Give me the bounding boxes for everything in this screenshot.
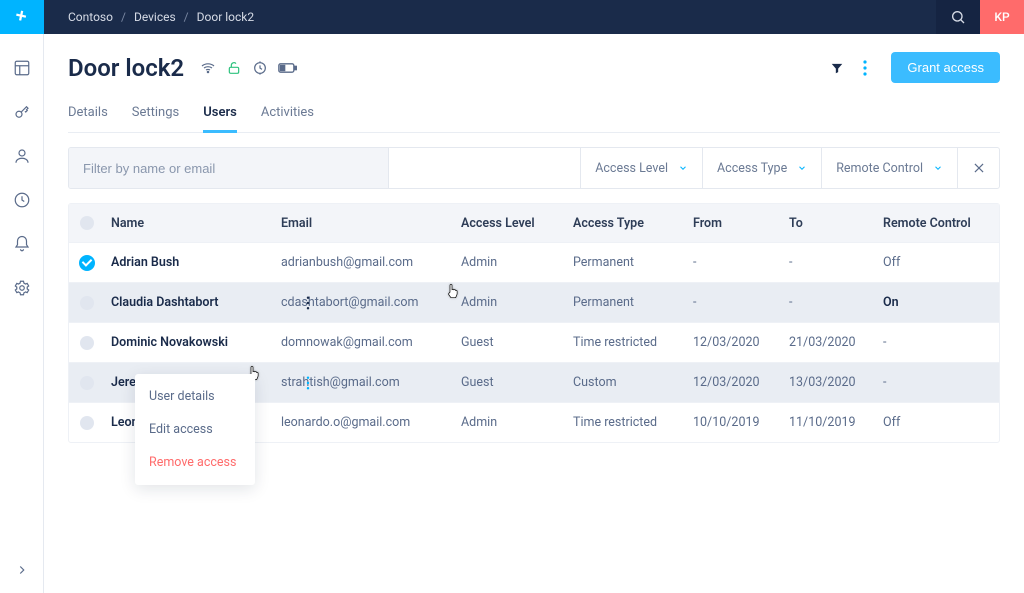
page-title: Door lock2 xyxy=(68,54,184,82)
chevron-down-icon xyxy=(797,163,807,173)
col-type: Access Type xyxy=(567,216,687,231)
row-checkbox[interactable] xyxy=(69,416,105,430)
cell-level: Admin xyxy=(455,295,567,310)
device-status-icons xyxy=(200,60,298,76)
chevron-down-icon xyxy=(678,163,688,173)
cell-level: Guest xyxy=(455,375,567,390)
breadcrumb-root[interactable]: Contoso xyxy=(68,10,113,24)
clear-filters-button[interactable] xyxy=(957,148,999,188)
cell-from: 10/10/2019 xyxy=(687,415,783,430)
breadcrumb-sep: / xyxy=(121,10,126,24)
cell-name: Claudia Dashtabort xyxy=(105,295,275,310)
top-bar: Contoso / Devices / Door lock2 KP xyxy=(44,0,1024,34)
user-avatar[interactable]: KP xyxy=(980,0,1024,34)
cell-email: adrianbush@gmail.com xyxy=(275,255,455,270)
cell-type: Custom xyxy=(567,375,687,390)
col-from: From xyxy=(687,216,783,231)
breadcrumb-sep: / xyxy=(184,10,189,24)
cell-from: - xyxy=(687,255,783,270)
col-level: Access Level xyxy=(455,216,567,231)
table-header: Name Email Access Level Access Type From… xyxy=(69,204,999,242)
cell-type: Permanent xyxy=(567,255,687,270)
rail-expand-button[interactable] xyxy=(0,563,43,577)
cell-type: Time restricted xyxy=(567,335,687,350)
unlock-icon xyxy=(226,60,242,76)
wifi-icon xyxy=(200,60,216,76)
nav-settings-icon[interactable] xyxy=(12,278,32,298)
left-nav-rail xyxy=(0,0,44,593)
more-menu-icon[interactable] xyxy=(851,54,879,82)
cell-email: domnowak@gmail.com xyxy=(275,335,455,350)
row-context-menu: User details Edit access Remove access xyxy=(135,374,255,485)
tab-details[interactable]: Details xyxy=(68,97,108,132)
breadcrumb-devices[interactable]: Devices xyxy=(134,10,176,24)
col-rc: Remote Control xyxy=(877,216,987,231)
tab-settings[interactable]: Settings xyxy=(132,97,179,132)
nav-users-icon[interactable] xyxy=(12,146,32,166)
cell-level: Guest xyxy=(455,335,567,350)
row-checkbox[interactable] xyxy=(69,376,105,390)
grant-access-button[interactable]: Grant access xyxy=(891,52,1000,83)
cell-rc: On xyxy=(877,295,987,310)
filter-access-type[interactable]: Access Type xyxy=(702,148,821,188)
row-more-button[interactable] xyxy=(297,363,319,402)
sync-icon xyxy=(252,60,268,76)
cell-type: Time restricted xyxy=(567,415,687,430)
cell-level: Admin xyxy=(455,415,567,430)
cell-type: Permanent xyxy=(567,295,687,310)
table-row[interactable]: Dominic Novakowski domnowak@gmail.com Gu… xyxy=(69,322,999,362)
tabs: Details Settings Users Activities xyxy=(68,97,1000,133)
col-name: Name xyxy=(105,216,275,231)
filter-label: Remote Control xyxy=(836,161,923,176)
main-content: Door lock2 Grant access Details Settings… xyxy=(44,34,1024,593)
cell-name: Dominic Novakowski xyxy=(105,335,275,350)
row-checkbox[interactable] xyxy=(69,255,105,271)
cell-rc: - xyxy=(877,375,987,390)
select-all-checkbox[interactable] xyxy=(69,216,105,230)
filter-bar: Access Level Access Type Remote Control xyxy=(68,147,1000,189)
nav-notifications-icon[interactable] xyxy=(12,234,32,254)
cell-to: 11/10/2019 xyxy=(783,415,877,430)
cell-rc: Off xyxy=(877,255,987,270)
app-logo[interactable] xyxy=(0,0,44,34)
col-to: To xyxy=(783,216,877,231)
table-row[interactable]: Adrian Bush adrianbush@gmail.com Admin P… xyxy=(69,242,999,282)
battery-icon xyxy=(278,60,298,76)
cell-from: 12/03/2020 xyxy=(687,335,783,350)
menu-edit-access[interactable]: Edit access xyxy=(135,413,255,446)
cell-name: Adrian Bush xyxy=(105,255,275,270)
page-header: Door lock2 Grant access xyxy=(68,52,1000,83)
cell-to: - xyxy=(783,295,877,310)
cell-to: - xyxy=(783,255,877,270)
tab-activities[interactable]: Activities xyxy=(261,97,314,132)
row-more-button[interactable] xyxy=(297,283,319,322)
filter-label: Access Type xyxy=(717,161,787,176)
filter-remote-control[interactable]: Remote Control xyxy=(821,148,957,188)
table-row[interactable]: Claudia Dashtabort cdashtabort@gmail.com… xyxy=(69,282,999,322)
chevron-down-icon xyxy=(933,163,943,173)
filter-icon[interactable] xyxy=(823,54,851,82)
breadcrumb-current: Door lock2 xyxy=(197,10,254,24)
cell-from: - xyxy=(687,295,783,310)
cell-rc: Off xyxy=(877,415,987,430)
tab-users[interactable]: Users xyxy=(203,97,237,133)
search-input[interactable] xyxy=(69,148,389,188)
nav-keys-icon[interactable] xyxy=(12,102,32,122)
cell-level: Admin xyxy=(455,255,567,270)
menu-user-details[interactable]: User details xyxy=(135,380,255,413)
cell-to: 13/03/2020 xyxy=(783,375,877,390)
nav-activity-icon[interactable] xyxy=(12,190,32,210)
cell-rc: - xyxy=(877,335,987,350)
cell-to: 21/03/2020 xyxy=(783,335,877,350)
cell-email: leonardo.o@gmail.com xyxy=(275,415,455,430)
filter-label: Access Level xyxy=(595,161,668,176)
cell-from: 12/03/2020 xyxy=(687,375,783,390)
menu-remove-access[interactable]: Remove access xyxy=(135,446,255,479)
col-email: Email xyxy=(275,216,455,231)
row-checkbox[interactable] xyxy=(69,336,105,350)
nav-dashboard-icon[interactable] xyxy=(12,58,32,78)
filter-access-level[interactable]: Access Level xyxy=(580,148,702,188)
row-checkbox[interactable] xyxy=(69,296,105,310)
global-search-button[interactable] xyxy=(936,0,980,34)
